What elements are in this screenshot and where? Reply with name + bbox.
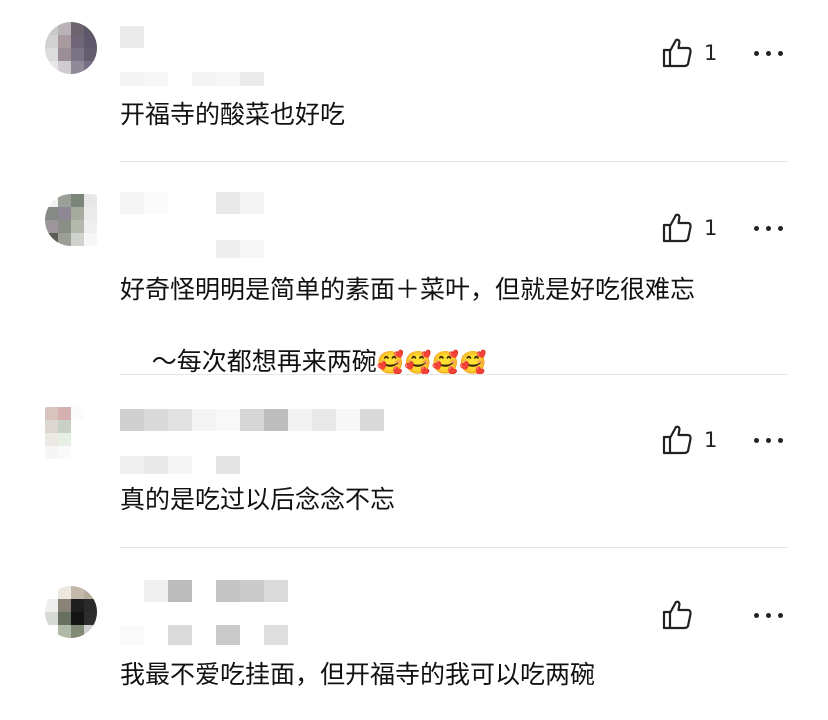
like-button[interactable] [660,598,694,632]
emoji-group: 🥰🥰🥰🥰 [376,351,487,376]
user-avatar[interactable] [45,586,97,638]
like-count: 1 [704,41,718,65]
comment-text: 好奇怪明明是简单的素面＋菜叶，但就是好吃很难忘 [120,275,696,304]
more-icon[interactable] [754,613,783,618]
more-icon[interactable] [754,438,783,443]
timestamp-mosaic [120,456,240,474]
like-button[interactable]: 1 [660,423,720,457]
timestamp-mosaic [120,625,288,645]
timestamp-mosaic [120,72,264,86]
username-mosaic[interactable] [120,26,144,48]
thumbs-up-icon [662,38,692,68]
like-button[interactable]: 1 [660,36,720,70]
username-mosaic[interactable] [120,409,384,431]
comment-text: 真的是吃过以后念念不忘 [120,485,396,514]
divider [120,547,788,548]
username-mosaic[interactable] [120,192,264,214]
comment-text: 开福寺的酸菜也好吃 [120,100,346,129]
thumbs-up-icon [662,600,692,630]
thumbs-up-icon [662,213,692,243]
timestamp-mosaic [120,240,264,258]
like-count: 1 [704,216,718,240]
divider [120,161,788,162]
user-avatar[interactable] [45,194,97,246]
thumbs-up-icon [662,425,692,455]
comment-text-line2: ～每次都想再来两碗🥰🥰🥰🥰 [120,308,790,418]
comment-text: 我最不爱吃挂面，但开福寺的我可以吃两碗 [120,660,596,689]
like-count: 1 [704,428,718,452]
more-icon[interactable] [754,226,783,231]
user-avatar[interactable] [45,22,97,74]
user-avatar[interactable] [45,407,97,459]
divider [120,374,788,375]
like-button[interactable]: 1 [660,211,720,245]
comment-text-continuation: ～每次都想再来两碗 [151,347,377,376]
more-icon[interactable] [754,51,783,56]
username-mosaic[interactable] [120,580,288,602]
